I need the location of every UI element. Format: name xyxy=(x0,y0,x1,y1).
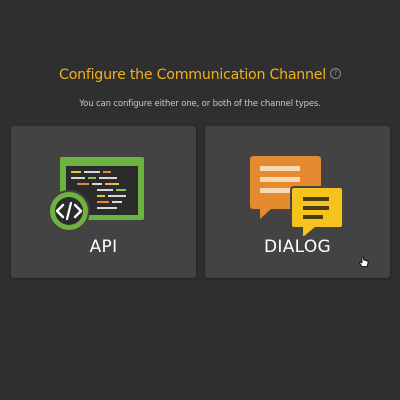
dialog-label: DIALOG xyxy=(264,237,331,257)
page-header: Configure the Communication Channel? xyxy=(0,64,400,83)
chat-bubbles-icon xyxy=(250,156,344,236)
api-channel-card[interactable]: API xyxy=(11,126,196,278)
api-label: API xyxy=(89,237,118,257)
code-window-icon xyxy=(48,157,144,232)
help-icon[interactable]: ? xyxy=(329,68,341,79)
hand-cursor-icon xyxy=(359,256,369,267)
page-title: Configure the Communication Channel xyxy=(59,66,326,83)
page-subtitle: You can configure either one, or both of… xyxy=(79,99,321,109)
